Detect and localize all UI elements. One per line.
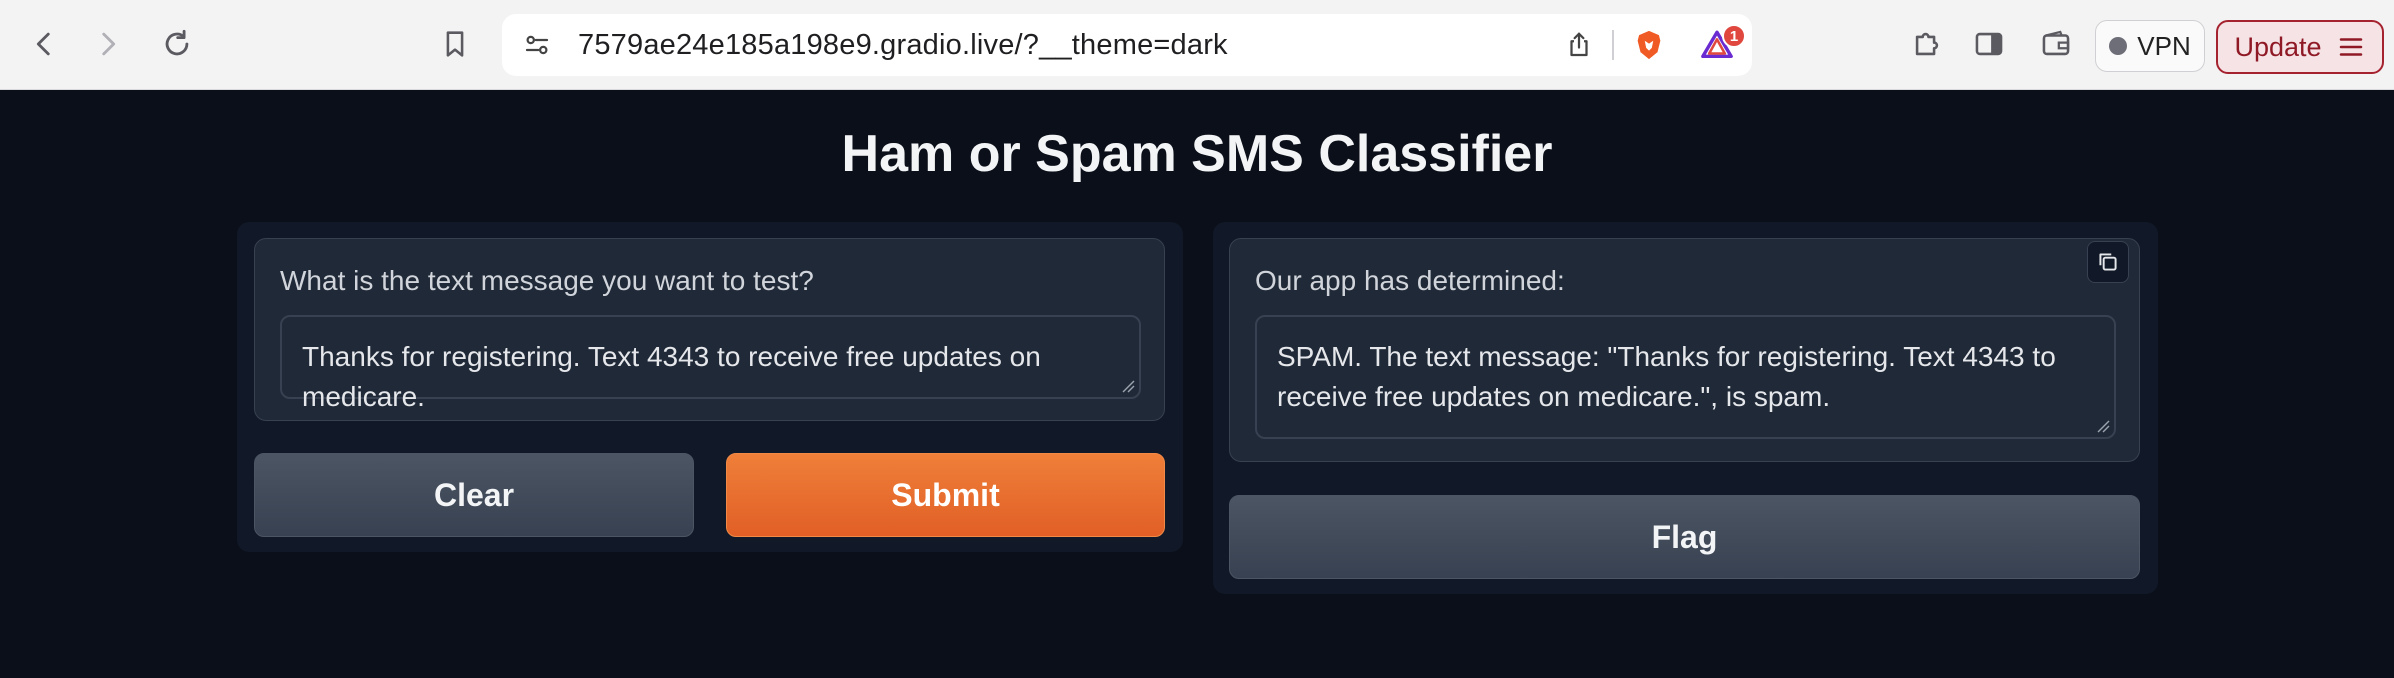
output-block: Our app has determined: SPAM. The text m…	[1229, 238, 2140, 462]
result-textarea[interactable]: SPAM. The text message: "Thanks for regi…	[1255, 315, 2116, 439]
sidebar-button[interactable]	[1967, 22, 2011, 66]
submit-button[interactable]: Submit	[726, 453, 1165, 537]
copy-button[interactable]	[2087, 241, 2129, 283]
wallet-button[interactable]	[2034, 22, 2078, 66]
result-text: SPAM. The text message: "Thanks for regi…	[1277, 341, 2056, 412]
back-arrow-icon	[36, 32, 50, 56]
flag-button[interactable]: Flag	[1229, 495, 2140, 579]
clear-button[interactable]: Clear	[254, 453, 694, 537]
resize-handle-icon[interactable]	[1121, 379, 1135, 393]
reload-button[interactable]	[155, 22, 199, 66]
resize-handle-icon[interactable]	[2096, 419, 2110, 433]
input-label: What is the text message you want to tes…	[280, 265, 814, 296]
output-label: Our app has determined:	[1255, 265, 1565, 296]
url-text[interactable]: 7579ae24e185a198e9.gradio.live/?__theme=…	[578, 29, 1228, 62]
vpn-status-icon	[2109, 37, 2128, 55]
copy-icon	[2099, 253, 2117, 271]
forward-button[interactable]	[86, 22, 130, 66]
bookmark-icon	[446, 31, 464, 57]
message-textarea[interactable]: Thanks for registering. Text 4343 to rec…	[280, 315, 1141, 412]
share-icon[interactable]	[1562, 28, 1596, 62]
vpn-label: VPN	[2137, 30, 2191, 61]
puzzle-icon	[1915, 32, 1939, 56]
brave-shields-icon[interactable]	[1632, 28, 1666, 62]
url-divider	[1612, 30, 1614, 60]
vpn-button[interactable]: VPN	[2095, 20, 2205, 72]
address-bar[interactable]: 7579ae24e185a198e9.gradio.live/?__theme=…	[502, 14, 1752, 76]
browser-toolbar: 7579ae24e185a198e9.gradio.live/?__theme=…	[0, 0, 2394, 90]
back-button[interactable]	[22, 22, 66, 66]
menu-icon	[2339, 38, 2362, 56]
update-label: Update	[2234, 31, 2322, 62]
page-title: Ham or Spam SMS Classifier	[841, 125, 1553, 183]
wallet-icon	[2042, 30, 2070, 56]
forward-arrow-icon	[102, 32, 116, 56]
extensions-button[interactable]	[1905, 22, 1949, 66]
bookmark-button[interactable]	[433, 22, 477, 66]
input-block: What is the text message you want to tes…	[254, 238, 1165, 421]
reload-icon	[165, 29, 189, 56]
sidebar-icon	[1975, 32, 2003, 56]
output-panel: Our app has determined: SPAM. The text m…	[1213, 222, 2158, 594]
message-text: Thanks for registering. Text 4343 to rec…	[302, 341, 1041, 412]
site-settings-icon[interactable]	[520, 28, 554, 62]
notification-badge: 1	[1722, 24, 1746, 48]
input-panel: What is the text message you want to tes…	[237, 222, 1183, 552]
update-button[interactable]: Update	[2216, 20, 2384, 74]
brave-rewards-icon[interactable]: 1	[1700, 24, 1746, 62]
